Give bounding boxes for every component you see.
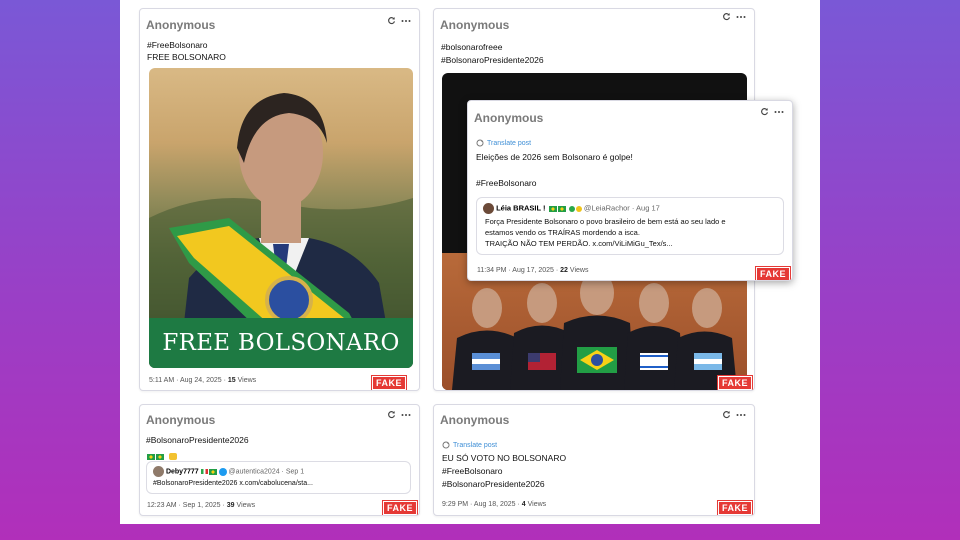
post-hashtag[interactable]: #BolsonaroPresidente2026 [442,478,545,491]
post-meta: 5:11 AM · Aug 24, 2025 · 15 Views [149,377,256,384]
post-views-label: Views [567,267,589,274]
quote-handle[interactable]: @LeiaRachor · Aug 17 [584,203,660,212]
translate-icon [476,139,484,147]
post-controls [387,16,411,25]
post-text: Eleições de 2026 sem Bolsonaro é golpe! [476,152,633,162]
post-card-free-bolsonaro[interactable]: Anonymous #FreeBolsonaro FREE BOLSONARO … [139,8,420,391]
fake-badge: FAKE [754,266,792,280]
quote-avatar[interactable] [153,466,164,477]
post-views-count: 15 [227,377,236,384]
translate-icon [442,441,450,449]
post-author: Anonymous [146,18,216,32]
post-author: Anonymous [474,111,544,125]
post-views-count: 22 [560,267,568,274]
verified-icon [218,467,227,476]
brazil-flag-icon [147,453,155,460]
post-views-label: Views [235,377,257,384]
yellow-heart-icon [575,205,582,212]
more-icon[interactable] [774,110,784,114]
quote-line: Força Presidente Bolsonaro o povo brasil… [485,217,726,226]
post-controls [760,107,784,116]
post-hashtag[interactable]: #FreeBolsonaro [476,177,536,190]
quoted-post[interactable]: Léia BRASIL ! @LeiaRachor · Aug 17 Força… [476,197,784,255]
translate-label: Translate post [487,139,532,147]
refresh-icon[interactable] [387,16,396,25]
brazil-flag-icon [156,453,164,460]
post-meta: 12:23 AM · Sep 1, 2025 · 39 Views [147,502,255,509]
refresh-icon[interactable] [722,12,731,21]
brazil-flag-icon [548,205,557,212]
quote-line: #BolsonaroPresidente2026 x.com/cabolucen… [153,480,313,487]
post-hashtag[interactable]: #BolsonaroPresidente2026 [146,434,249,447]
quote-header: Deby7777 @autentica2024 · Sep 1 [153,466,304,477]
fake-badge: FAKE [370,375,408,390]
refresh-icon[interactable] [722,410,731,419]
brazil-flag-icon [557,205,566,212]
post-timestamp: 11:34 PM · Aug 17, 2025 · [477,267,561,274]
praise-hands-icon [169,453,178,461]
post-text: EU SÓ VOTO NO BOLSONARO [442,453,567,463]
refresh-icon[interactable] [760,107,769,116]
more-icon[interactable] [401,413,411,417]
post-timestamp: 12:23 AM · Sep 1, 2025 · [147,502,227,509]
post-hashtag[interactable]: #FreeBolsonaro [442,465,502,478]
post-hashtag[interactable]: #bolsonarofreee [441,41,502,54]
post-controls [722,410,746,419]
post-views-label: Views [525,501,547,508]
post-timestamp: 5:11 AM · Aug 24, 2025 · [149,377,228,384]
post-card-eu-so-voto[interactable]: Anonymous Translate post EU SÓ VOTO NO B… [433,404,755,516]
quote-line: TRAIÇÃO NÃO TEM PERDÃO. x.com/ViLiMiGu_T… [485,239,673,248]
more-icon[interactable] [736,413,746,417]
quote-handle[interactable]: @autentica2024 · Sep 1 [229,468,305,475]
fake-badge: FAKE [381,500,419,515]
more-icon[interactable] [401,19,411,23]
more-icon[interactable] [736,15,746,19]
flag-icon [200,469,208,474]
post-controls [387,410,411,419]
post-image-portrait[interactable]: FREE BOLSONARO [149,68,413,368]
refresh-icon[interactable] [387,410,396,419]
post-meta: 9:29 PM · Aug 18, 2025 · 4 Views [442,501,546,508]
free-bolsonaro-banner: FREE BOLSONARO [149,318,413,368]
post-timestamp: 9:29 PM · Aug 18, 2025 · [442,501,522,508]
translate-label: Translate post [453,441,498,449]
quoted-post[interactable]: Deby7777 @autentica2024 · Sep 1 #Bolsona… [146,461,411,494]
post-controls [722,12,746,21]
post-meta: 11:34 PM · Aug 17, 2025 · 22 Views [477,267,588,274]
post-author: Anonymous [440,18,510,32]
post-card-presidente-2026[interactable]: Anonymous #BolsonaroPresidente2026 Deby7… [139,404,420,516]
post-author: Anonymous [440,413,510,427]
fake-badge: FAKE [716,500,754,515]
quote-author-name[interactable]: Léia BRASIL ! [496,203,545,212]
quote-line: estamos vendo os TRAÍRAS mordendo a isca… [485,228,640,237]
green-heart-icon [568,205,575,212]
post-hashtag[interactable]: #BolsonaroPresidente2026 [441,54,544,67]
collage-sheet: Anonymous #FreeBolsonaro FREE BOLSONARO … [120,0,820,524]
fake-badge: FAKE [716,375,754,390]
brazil-flag-icon [208,468,217,475]
post-card-eleicoes-2026[interactable]: Anonymous Translate post Eleições de 202… [467,100,793,281]
quote-author-name[interactable]: Deby7777 [166,468,199,475]
translate-link[interactable]: Translate post [476,139,531,147]
translate-link[interactable]: Translate post [442,441,497,449]
quote-header: Léia BRASIL ! @LeiaRachor · Aug 17 [483,203,660,214]
post-text: FREE BOLSONARO [147,52,226,62]
post-views-label: Views [234,502,256,509]
post-views-count: 39 [226,502,235,509]
quote-avatar[interactable] [483,203,494,214]
post-author: Anonymous [146,413,216,427]
